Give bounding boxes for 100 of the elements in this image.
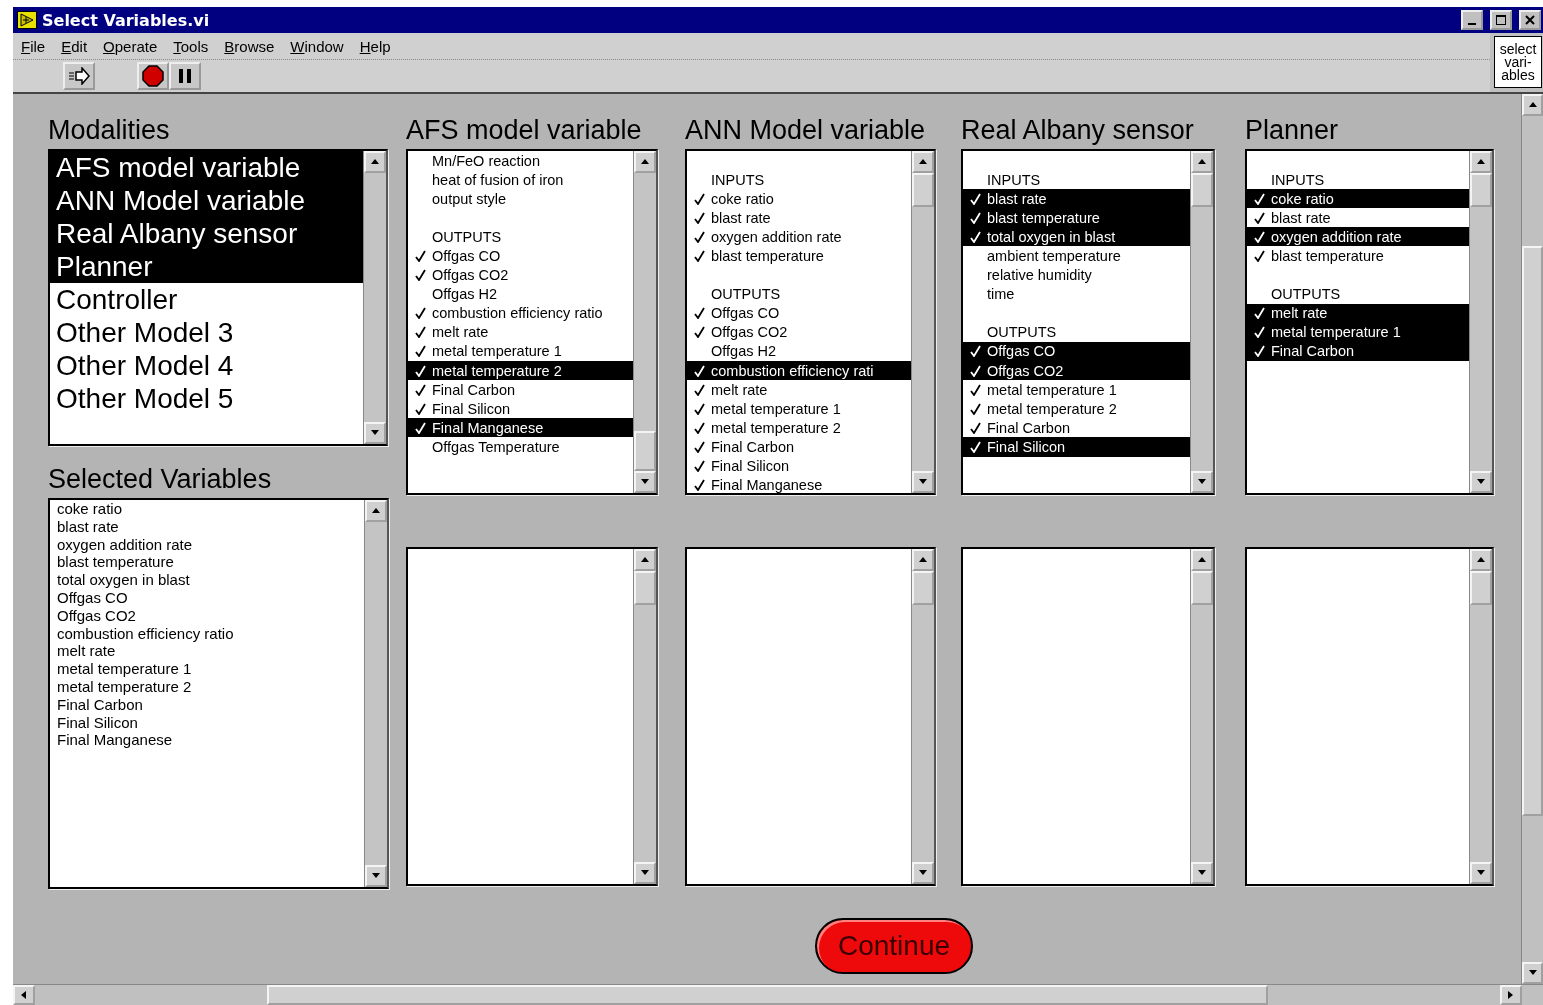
variable-item[interactable]: ambient temperature	[963, 246, 1190, 266]
horizontal-scrollbar[interactable]	[13, 984, 1543, 1005]
menu-item[interactable]: Operate	[103, 37, 158, 55]
scroll-down-button[interactable]	[634, 471, 656, 493]
minimize-button[interactable]	[1461, 10, 1483, 30]
variable-item[interactable]: Final Carbon	[963, 418, 1190, 438]
variable-item[interactable]: melt rate	[1247, 303, 1469, 323]
variable-item[interactable]: Offgas CO	[687, 303, 911, 323]
variable-item[interactable]: blast temperature	[1247, 246, 1469, 266]
continue-button[interactable]: Continue	[815, 918, 973, 974]
variable-item[interactable]: Offgas CO2	[963, 361, 1190, 381]
scroll-down-button[interactable]	[912, 471, 934, 493]
variable-item[interactable]: blast rate	[963, 189, 1190, 209]
scrollbar[interactable]	[1469, 549, 1492, 884]
window-scrollbar[interactable]	[1521, 94, 1543, 984]
variable-item[interactable]: blast temperature	[963, 208, 1190, 228]
variable-item[interactable]: blast rate	[687, 208, 911, 228]
variable-item[interactable]: metal temperature 1	[1247, 322, 1469, 342]
variable-item[interactable]: Final Carbon	[687, 437, 911, 457]
scroll-thumb[interactable]	[634, 431, 656, 471]
scroll-down-button[interactable]	[365, 865, 387, 887]
scrollbar[interactable]	[633, 549, 656, 884]
variable-item[interactable]: metal temperature 2	[408, 361, 633, 381]
menu-item[interactable]: Edit	[61, 37, 88, 55]
modality-item[interactable]: AFS model variable	[50, 151, 363, 184]
scrollbar[interactable]	[1190, 151, 1213, 493]
scroll-up-button[interactable]	[1522, 94, 1543, 116]
menu-item[interactable]: File	[21, 37, 46, 55]
scrollbar[interactable]	[911, 151, 934, 493]
scroll-up-button[interactable]	[1470, 549, 1492, 571]
menu-item[interactable]: Help	[359, 37, 391, 55]
variable-item[interactable]: Mn/FeO reaction	[408, 151, 633, 171]
variable-item[interactable]: total oxygen in blast	[963, 227, 1190, 247]
maximize-button[interactable]	[1490, 10, 1512, 30]
variable-item[interactable]: output style	[408, 189, 633, 209]
variable-item[interactable]: Offgas CO	[963, 341, 1190, 362]
variable-item[interactable]: Offgas H2	[687, 341, 911, 362]
variable-item[interactable]: oxygen addition rate	[1247, 227, 1469, 247]
variable-item[interactable]: Final Manganese	[408, 418, 633, 438]
scroll-up-button[interactable]	[1191, 151, 1213, 173]
scrollbar[interactable]	[911, 549, 934, 884]
variable-item[interactable]: Final Manganese	[687, 475, 911, 493]
variable-item[interactable]: combustion efficiency rati	[687, 361, 911, 381]
scrollbar[interactable]	[363, 151, 386, 444]
variable-item[interactable]: metal temperature 1	[687, 399, 911, 419]
scrollbar[interactable]	[364, 500, 387, 887]
scroll-down-button[interactable]	[1470, 862, 1492, 884]
variable-item[interactable]: coke ratio	[687, 189, 911, 209]
scroll-up-button[interactable]	[912, 549, 934, 571]
scroll-up-button[interactable]	[364, 151, 386, 173]
variable-item[interactable]: Final Silicon	[408, 399, 633, 419]
scroll-up-button[interactable]	[1470, 151, 1492, 173]
run-button[interactable]	[63, 62, 95, 90]
scroll-down-button[interactable]	[1470, 471, 1492, 493]
scroll-down-button[interactable]	[364, 422, 386, 444]
scroll-thumb[interactable]	[634, 571, 656, 605]
variable-item[interactable]: melt rate	[687, 380, 911, 400]
scroll-up-button[interactable]	[634, 151, 656, 173]
variable-item[interactable]: relative humidity	[963, 265, 1190, 285]
scroll-thumb[interactable]	[267, 985, 1268, 1005]
menu-item[interactable]: Window	[290, 37, 344, 55]
scroll-thumb[interactable]	[912, 571, 934, 605]
scroll-down-button[interactable]	[1191, 471, 1213, 493]
variable-item[interactable]: metal temperature 1	[963, 380, 1190, 400]
menu-item[interactable]: Browse	[224, 37, 275, 55]
variable-item[interactable]: Final Carbon	[1247, 341, 1469, 362]
variable-item[interactable]: Final Carbon	[408, 380, 633, 400]
modality-item[interactable]: Real Albany sensor	[50, 217, 363, 250]
variable-item[interactable]: blast rate	[1247, 208, 1469, 228]
modality-item[interactable]: Planner	[50, 250, 363, 283]
variable-item[interactable]: metal temperature 2	[687, 418, 911, 438]
scroll-right-button[interactable]	[1500, 985, 1522, 1005]
variable-item[interactable]: Final Silicon	[687, 456, 911, 476]
variable-item[interactable]: Offgas CO2	[408, 265, 633, 285]
variable-item[interactable]: Offgas H2	[408, 284, 633, 304]
scroll-down-button[interactable]	[912, 862, 934, 884]
scroll-thumb[interactable]	[1191, 173, 1213, 207]
pause-button[interactable]	[169, 62, 201, 90]
scroll-up-button[interactable]	[634, 549, 656, 571]
variable-item[interactable]: melt rate	[408, 322, 633, 342]
variable-item[interactable]: metal temperature 2	[963, 399, 1190, 419]
scroll-down-button[interactable]	[1522, 962, 1543, 984]
variable-item[interactable]: blast temperature	[687, 246, 911, 266]
close-button[interactable]	[1519, 10, 1541, 30]
variable-item[interactable]: time	[963, 284, 1190, 304]
scroll-thumb[interactable]	[1470, 173, 1492, 207]
scroll-down-button[interactable]	[634, 862, 656, 884]
scroll-thumb[interactable]	[1191, 571, 1213, 605]
variable-item[interactable]: coke ratio	[1247, 189, 1469, 209]
scroll-up-button[interactable]	[1191, 549, 1213, 571]
scroll-left-button[interactable]	[13, 985, 35, 1005]
abort-button[interactable]	[137, 62, 169, 90]
variable-item[interactable]: combustion efficiency ratio	[408, 303, 633, 323]
scroll-up-button[interactable]	[912, 151, 934, 173]
variable-item[interactable]: Offgas CO2	[687, 322, 911, 342]
scrollbar[interactable]	[1190, 549, 1213, 884]
scrollbar[interactable]	[1469, 151, 1492, 493]
variable-item[interactable]: oxygen addition rate	[687, 227, 911, 247]
variable-item[interactable]: Offgas Temperature	[408, 437, 633, 457]
scroll-down-button[interactable]	[1191, 862, 1213, 884]
